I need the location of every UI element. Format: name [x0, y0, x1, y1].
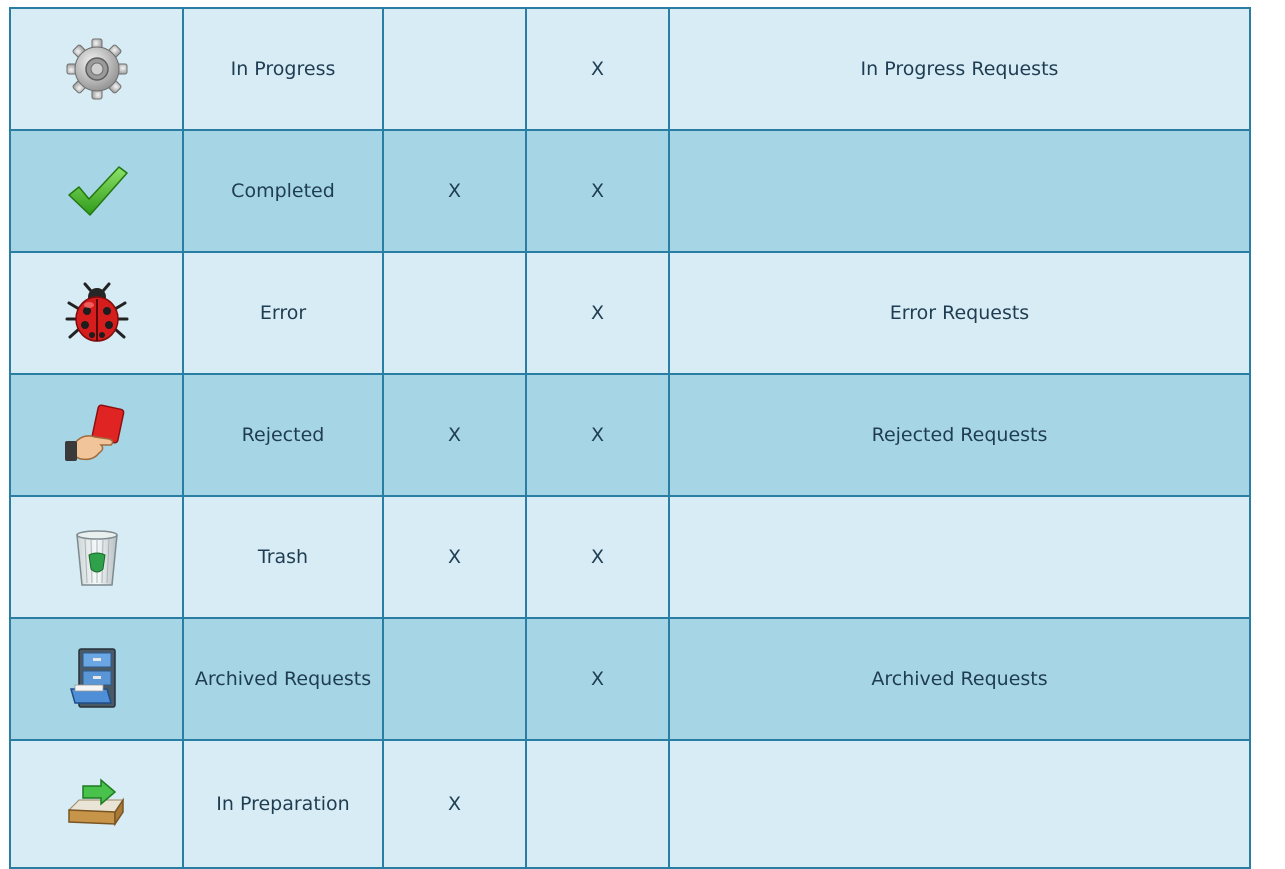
flag-cell-2 — [525, 739, 670, 869]
icon-cell — [9, 739, 184, 869]
table-row: Archived Requests X Archived Requests — [9, 617, 1251, 741]
status-table: In Progress X In Progress Requests Compl… — [9, 7, 1251, 869]
filing-cabinet-icon — [65, 647, 129, 711]
gear-icon — [65, 37, 129, 101]
icon-cell — [9, 373, 184, 497]
checkmark-icon — [65, 159, 129, 223]
request-view-label — [668, 495, 1251, 619]
table-row: Completed X X — [9, 129, 1251, 253]
flag-cell-1: X — [382, 739, 527, 869]
request-view-label: Error Requests — [668, 251, 1251, 375]
ladybug-icon — [65, 281, 129, 345]
table-row: Error X Error Requests — [9, 251, 1251, 375]
flag-cell-2: X — [525, 373, 670, 497]
table-row: In Progress X In Progress Requests — [9, 7, 1251, 131]
trash-bin-icon — [65, 525, 129, 589]
status-label: In Preparation — [182, 739, 384, 869]
flag-cell-2: X — [525, 495, 670, 619]
request-view-label — [668, 129, 1251, 253]
table-row: In Preparation X — [9, 739, 1251, 869]
flag-cell-1: X — [382, 495, 527, 619]
status-label: In Progress — [182, 7, 384, 131]
icon-cell — [9, 7, 184, 131]
flag-cell-1 — [382, 617, 527, 741]
flag-cell-2: X — [525, 617, 670, 741]
flag-cell-1 — [382, 251, 527, 375]
icon-cell — [9, 495, 184, 619]
icon-cell — [9, 617, 184, 741]
request-view-label: In Progress Requests — [668, 7, 1251, 131]
flag-cell-2: X — [525, 251, 670, 375]
flag-cell-1: X — [382, 373, 527, 497]
status-label: Archived Requests — [182, 617, 384, 741]
flag-cell-1 — [382, 7, 527, 131]
flag-cell-1: X — [382, 129, 527, 253]
request-view-label — [668, 739, 1251, 869]
status-label: Completed — [182, 129, 384, 253]
inbox-tray-icon — [65, 772, 129, 836]
flag-cell-2: X — [525, 7, 670, 131]
status-label: Rejected — [182, 373, 384, 497]
icon-cell — [9, 251, 184, 375]
request-view-label: Rejected Requests — [668, 373, 1251, 497]
status-label: Trash — [182, 495, 384, 619]
flag-cell-2: X — [525, 129, 670, 253]
status-label: Error — [182, 251, 384, 375]
icon-cell — [9, 129, 184, 253]
request-view-label: Archived Requests — [668, 617, 1251, 741]
red-card-icon — [64, 403, 129, 467]
table-row: Trash X X — [9, 495, 1251, 619]
table-row: Rejected X X Rejected Requests — [9, 373, 1251, 497]
